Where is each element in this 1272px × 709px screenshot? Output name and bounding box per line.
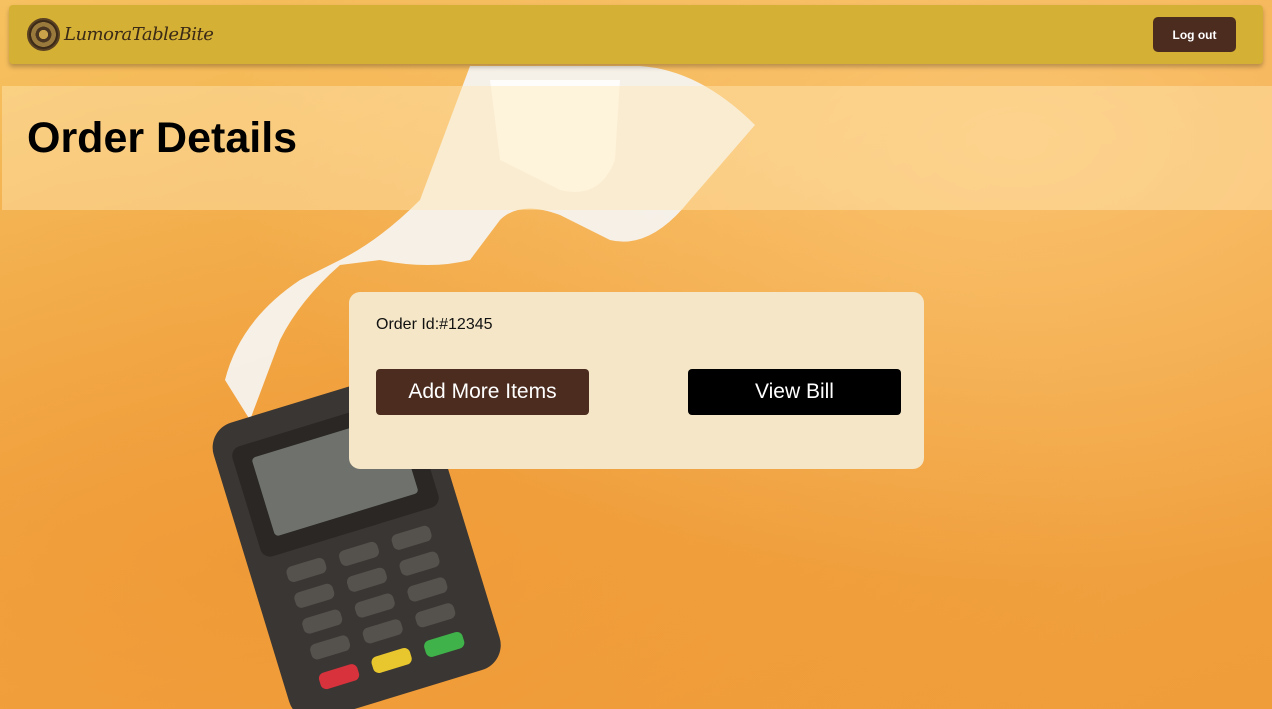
page-title: Order Details: [27, 114, 298, 162]
order-card: Order Id:#12345 Add More Items View Bill: [349, 292, 924, 469]
brand[interactable]: LumoraTableBite: [27, 18, 214, 51]
top-navbar: LumoraTableBite Log out: [9, 5, 1263, 64]
logo-icon: [27, 18, 60, 51]
add-more-items-button[interactable]: Add More Items: [376, 369, 589, 415]
view-bill-button[interactable]: View Bill: [688, 369, 901, 415]
brand-name: LumoraTableBite: [64, 24, 214, 45]
logout-button[interactable]: Log out: [1153, 17, 1236, 52]
order-id-text: Order Id:#12345: [376, 316, 493, 333]
